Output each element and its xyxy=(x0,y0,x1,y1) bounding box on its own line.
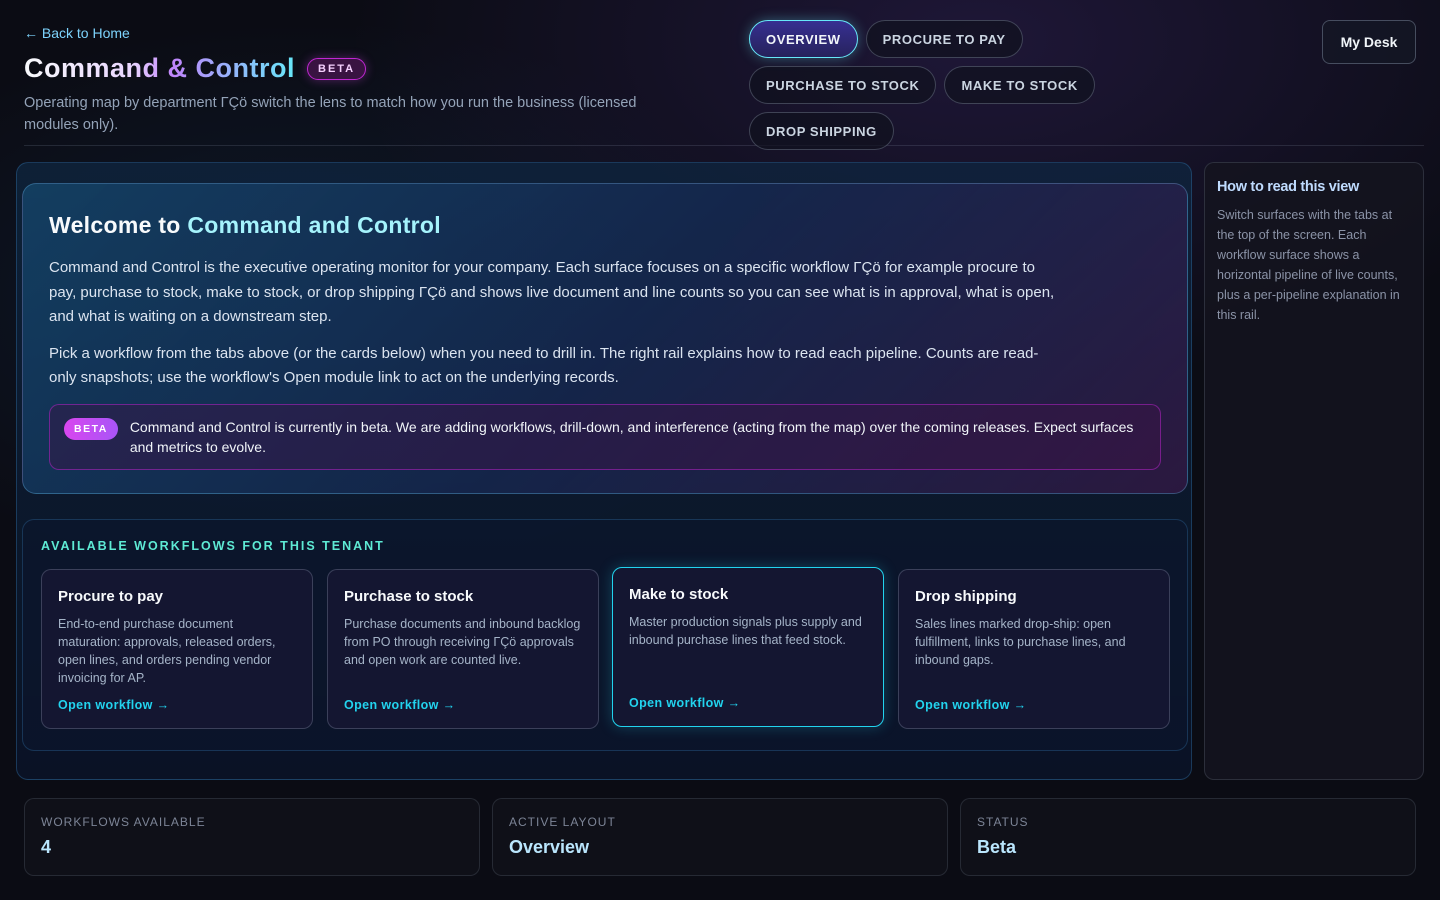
stat-active-layout: ACTIVE LAYOUT Overview xyxy=(492,798,948,876)
open-workflow-link[interactable]: Open workflow → xyxy=(915,698,1027,712)
workflow-card-description: End-to-end purchase document maturation:… xyxy=(58,617,276,685)
title-row: Command & Control BETA xyxy=(24,53,367,84)
stat-status: STATUS Beta xyxy=(960,798,1416,876)
welcome-title-accent: Command and Control xyxy=(187,212,441,238)
workflow-card-purchase-to-stock[interactable]: Purchase to stock Purchase documents and… xyxy=(327,569,599,729)
welcome-paragraph-2: Pick a workflow from the tabs above (or … xyxy=(49,344,1039,387)
page-subtitle: Operating map by department ΓÇö switch t… xyxy=(24,95,637,133)
open-workflow-link[interactable]: Open workflow → xyxy=(629,696,741,710)
my-desk-button[interactable]: My Desk xyxy=(1322,20,1416,64)
welcome-paragraph-1: Command and Control is the executive ope… xyxy=(49,259,1055,325)
main-panel: Welcome to Command and Control Command a… xyxy=(16,162,1192,780)
page-header: ← Back to Home Command & Control BETA Op… xyxy=(24,20,1424,150)
workflow-tabs: OVERVIEW PROCURE TO PAY PURCHASE TO STOC… xyxy=(749,20,1199,150)
open-workflow-link[interactable]: Open workflow → xyxy=(344,698,456,712)
workflow-card-drop-shipping[interactable]: Drop shipping Sales lines marked drop-sh… xyxy=(898,569,1170,729)
tab-make-to-stock[interactable]: MAKE TO STOCK xyxy=(944,66,1095,104)
stat-value: 4 xyxy=(41,837,52,857)
workflow-card-title: Make to stock xyxy=(629,586,729,603)
stat-value: Overview xyxy=(509,837,590,857)
welcome-card: Welcome to Command and Control Command a… xyxy=(22,183,1188,494)
workflow-card-description: Purchase documents and inbound backlog f… xyxy=(344,617,581,667)
stat-label: STATUS xyxy=(977,815,1029,829)
workflows-heading: AVAILABLE WORKFLOWS FOR THIS TENANT xyxy=(41,539,385,553)
rail-title: How to read this view xyxy=(1217,179,1359,195)
back-to-home-link[interactable]: ← Back to Home xyxy=(24,25,130,41)
tab-drop-shipping[interactable]: DROP SHIPPING xyxy=(749,112,894,150)
stat-workflows-available: WORKFLOWS AVAILABLE 4 xyxy=(24,798,480,876)
workflows-section: AVAILABLE WORKFLOWS FOR THIS TENANT Proc… xyxy=(22,519,1188,751)
help-rail: How to read this view Switch surfaces wi… xyxy=(1204,162,1424,780)
beta-badge: BETA xyxy=(307,57,367,80)
workflow-card-title: Drop shipping xyxy=(915,588,1017,605)
beta-notice-tag: BETA xyxy=(64,418,118,440)
tab-overview[interactable]: OVERVIEW xyxy=(749,20,858,58)
page-title: Command & Control xyxy=(24,53,295,83)
beta-notice: BETA Command and Control is currently in… xyxy=(49,404,1161,470)
workflow-card-description: Sales lines marked drop-ship: open fulfi… xyxy=(915,617,1126,667)
workflow-card-title: Procure to pay xyxy=(58,588,164,605)
workflow-card-make-to-stock[interactable]: Make to stock Master production signals … xyxy=(612,567,884,727)
rail-text: Switch surfaces with the tabs at the top… xyxy=(1217,208,1400,322)
tab-procure-to-pay[interactable]: PROCURE TO PAY xyxy=(865,20,1023,58)
welcome-title-prefix: Welcome to xyxy=(49,212,188,238)
stat-label: ACTIVE LAYOUT xyxy=(509,815,616,829)
workflow-card-procure-to-pay[interactable]: Procure to pay End-to-end purchase docum… xyxy=(41,569,313,729)
open-workflow-link[interactable]: Open workflow → xyxy=(58,698,170,712)
workflow-card-title: Purchase to stock xyxy=(344,588,474,605)
beta-notice-text: Command and Control is currently in beta… xyxy=(129,419,1134,455)
workflow-card-description: Master production signals plus supply an… xyxy=(629,615,862,647)
stat-value: Beta xyxy=(977,837,1017,857)
tab-purchase-to-stock[interactable]: PURCHASE TO STOCK xyxy=(749,66,937,104)
welcome-title: Welcome to Command and Control xyxy=(49,212,1161,239)
stat-label: WORKFLOWS AVAILABLE xyxy=(41,815,206,829)
